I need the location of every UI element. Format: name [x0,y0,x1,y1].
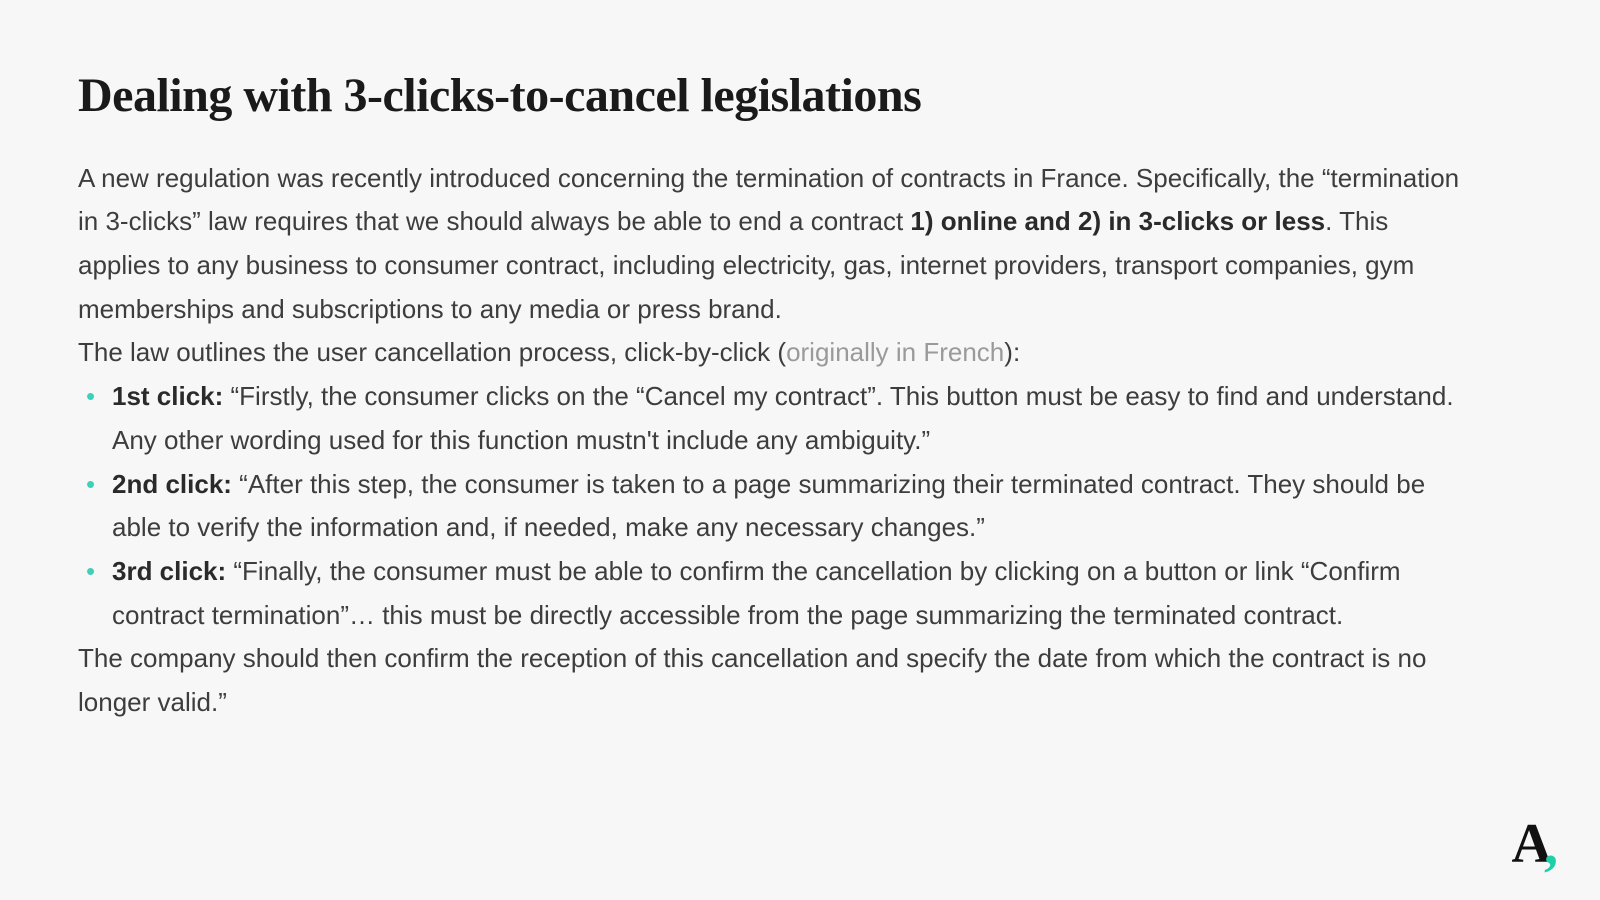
click-text: “Finally, the consumer must be able to c… [112,556,1401,630]
lead-seg2: ): [1004,337,1020,367]
brand-logo: A, [1512,816,1562,872]
slide: Dealing with 3-clicks-to-cancel legislat… [0,0,1600,900]
list-item: 2nd click: “After this step, the consume… [112,463,1470,550]
intro-paragraph: A new regulation was recently introduced… [78,157,1470,332]
list-item: 3rd click: “Finally, the consumer must b… [112,550,1470,637]
slide-title: Dealing with 3-clicks-to-cancel legislat… [78,70,1470,123]
click-label: 1st click: [112,381,223,411]
lead-line: The law outlines the user cancellation p… [78,331,1470,375]
list-item: 1st click: “Firstly, the consumer clicks… [112,375,1470,462]
slide-body: A new regulation was recently introduced… [78,157,1470,725]
click-text: “After this step, the consumer is taken … [112,469,1425,543]
click-label: 3rd click: [112,556,226,586]
intro-bold: 1) online and 2) in 3-clicks or less [910,206,1325,236]
click-text: “Firstly, the consumer clicks on the “Ca… [112,381,1454,455]
clicks-list: 1st click: “Firstly, the consumer clicks… [78,375,1470,637]
source-link[interactable]: originally in French [786,337,1004,367]
outro-paragraph: The company should then confirm the rece… [78,637,1470,724]
click-label: 2nd click: [112,469,232,499]
lead-seg1: The law outlines the user cancellation p… [78,337,786,367]
logo-comma-icon: , [1544,815,1556,877]
